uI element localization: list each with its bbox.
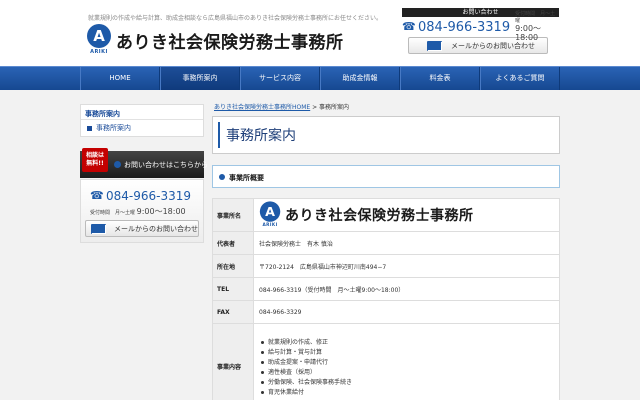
office-name: ありき社会保険労務士事務所: [116, 32, 344, 53]
header-hours: 受付時間 月～土曜 9:00～18:00: [515, 11, 556, 42]
sidebar-hours: 受付時間 月～土曜 9:00～18:00: [90, 207, 186, 216]
breadcrumb-current: 事務所案内: [319, 104, 350, 111]
table-office-logo: A ARIKI ありき社会保険労務士事務所: [259, 199, 559, 231]
global-nav: HOME 事務所案内 サービス内容 助成金情報 料金表 よくあるご質問: [0, 66, 640, 90]
square-bullet-icon: [87, 125, 92, 131]
circle-bullet-icon: [219, 174, 225, 180]
site-header: 就業規則の作成や給与計算、助成金相談なら広島県福山市のありき社会保険労務士事務所…: [0, 0, 640, 66]
list-item: 給与計算・賞与計算: [259, 348, 559, 358]
section-header: 事業所概要: [212, 165, 560, 188]
site-logo[interactable]: A ARIKI ありき社会保険労務士事務所: [86, 24, 344, 56]
row-value: 社会保険労務士 有木 慎治: [253, 231, 560, 255]
row-value: 084-966-3319（受付時間 月～土曜9:00～18:00）: [253, 277, 560, 301]
sidebar-contact: ☎ 084-966-3319 受付時間 月～土曜 9:00～18:00 メールか…: [80, 179, 204, 243]
free-consult-badge: 相談は 無料!!: [82, 148, 108, 172]
row-label: 所在地: [212, 254, 254, 278]
sidebar-menu: 事務所案内 事務所案内: [80, 104, 204, 137]
nav-services[interactable]: サービス内容: [240, 67, 320, 90]
row-label: 事業所名: [212, 198, 254, 232]
list-item: 育児休業給付: [259, 388, 559, 398]
sidebar-phone[interactable]: 084-966-3319: [106, 189, 191, 203]
breadcrumb: ありき社会保険労務士事務所HOME > 事務所案内: [214, 104, 350, 111]
table-row: 事業所名 A ARIKI ありき社会保険労務士事務所: [212, 198, 560, 232]
tagline: 就業規則の作成や給与計算、助成金相談なら広島県福山市のありき社会保険労務士事務所…: [88, 15, 383, 22]
ariki-logo-icon: A ARIKI: [259, 201, 281, 228]
row-value: 084-966-3329: [253, 300, 560, 324]
mail-icon: [427, 40, 442, 51]
list-item: 適性検査（採用）: [259, 368, 559, 378]
ariki-logo-icon: A ARIKI: [86, 24, 112, 56]
duties-list: 就業規則の作成、修正 給与計算・賞与計算 助成金提案・申請代行 適性検査（採用）…: [259, 336, 559, 398]
list-item: 労働保険、社会保険事務手続き: [259, 378, 559, 388]
table-row: 事業内容 就業規則の作成、修正 給与計算・賞与計算 助成金提案・申請代行 適性検…: [212, 323, 560, 400]
table-row: 代表者 社会保険労務士 有木 慎治: [212, 231, 560, 255]
row-label: FAX: [212, 300, 254, 324]
list-item: 助成金提案・申請代行: [259, 358, 559, 368]
sidebar-mail-button[interactable]: メールからのお問い合わせ: [85, 220, 199, 237]
table-row: TEL 084-966-3319（受付時間 月～土曜9:00～18:00）: [212, 277, 560, 301]
header-contact: お問い合わせ ☎ 084-966-3319 受付時間 月～土曜 9:00～18:…: [402, 8, 559, 54]
contact-banner[interactable]: 相談は 無料!! お問い合わせはこちらから: [80, 148, 208, 178]
page-title: 事務所案内: [226, 128, 296, 144]
list-item: 就業規則の作成、修正: [259, 338, 559, 348]
phone-icon: ☎: [90, 189, 104, 202]
sidebar-title: 事務所案内: [81, 105, 203, 120]
header-mail-button[interactable]: メールからのお問い合わせ: [408, 37, 548, 54]
nav-subsidies[interactable]: 助成金情報: [320, 67, 400, 90]
circle-arrow-icon: [114, 161, 121, 168]
mail-icon: [91, 223, 106, 234]
nav-home[interactable]: HOME: [80, 67, 160, 90]
table-row: 所在地 〒720-2124 広島県福山市神辺町川南494−7: [212, 254, 560, 278]
section-title: 事業所概要: [229, 174, 264, 182]
nav-office[interactable]: 事務所案内: [160, 67, 240, 90]
row-label: TEL: [212, 277, 254, 301]
nav-pricing[interactable]: 料金表: [400, 67, 480, 90]
header-phone[interactable]: 084-966-3319: [418, 20, 510, 35]
breadcrumb-home-link[interactable]: ありき社会保険労務士事務所HOME: [214, 104, 310, 111]
row-label: 代表者: [212, 231, 254, 255]
table-row: FAX 084-966-3329: [212, 300, 560, 324]
nav-faq[interactable]: よくあるご質問: [480, 67, 560, 90]
row-label: 事業内容: [212, 323, 254, 400]
row-value: 〒720-2124 広島県福山市神辺町川南494−7: [253, 254, 560, 278]
sidebar-item-office[interactable]: 事務所案内: [81, 120, 203, 136]
page-title-box: 事務所案内: [212, 116, 560, 154]
phone-icon: ☎: [402, 20, 416, 33]
office-info-table: 事業所名 A ARIKI ありき社会保険労務士事務所 代表者 社会保険労務士 有…: [212, 198, 560, 400]
